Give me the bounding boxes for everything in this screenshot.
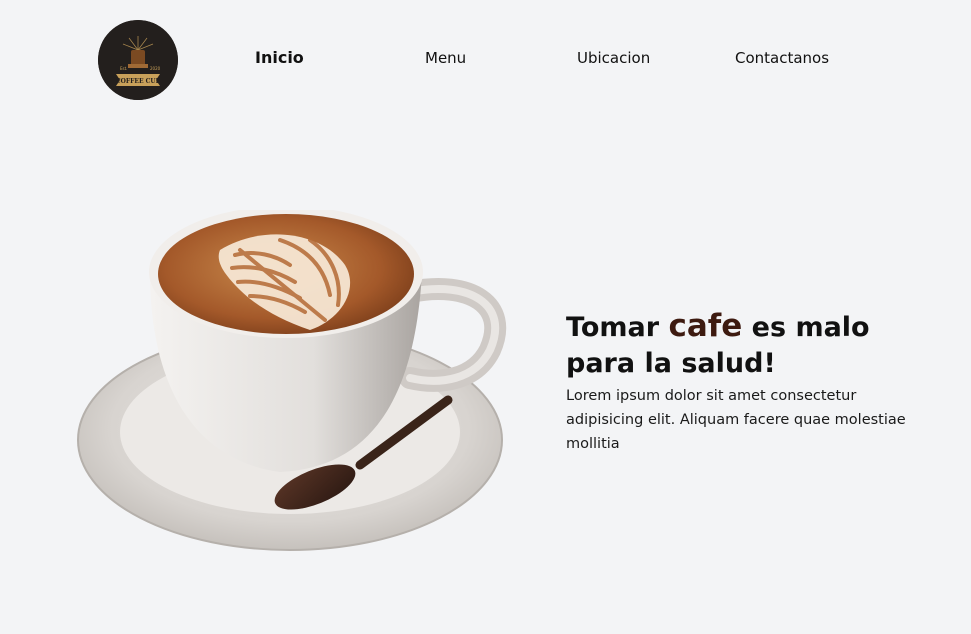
latte-cup-image (70, 206, 510, 560)
coffee-cup-logo-icon[interactable]: COFFEE CUP Est. 2020 (98, 20, 178, 100)
svg-text:COFFEE CUP: COFFEE CUP (116, 78, 161, 85)
hero-text-block: Tomar cafe es malo para la salud! Lorem … (566, 308, 936, 456)
hero-title: Tomar cafe es malo para la salud! (566, 308, 936, 382)
nav-link-inicio[interactable]: Inicio (255, 48, 304, 70)
nav-link-menu[interactable]: Menu (425, 49, 466, 71)
svg-text:2020: 2020 (150, 66, 161, 71)
page: COFFEE CUP Est. 2020 Inicio Menu Ubicaci… (0, 0, 971, 634)
svg-text:Est.: Est. (120, 66, 127, 71)
nav-link-ubicacion[interactable]: Ubicacion (577, 49, 650, 71)
hero-description: Lorem ipsum dolor sit amet consectetur a… (566, 388, 906, 452)
nav-link-contactanos[interactable]: Contactanos (735, 49, 829, 71)
hero-title-accent: cafe (668, 308, 743, 344)
hero-title-before: Tomar (566, 312, 669, 343)
